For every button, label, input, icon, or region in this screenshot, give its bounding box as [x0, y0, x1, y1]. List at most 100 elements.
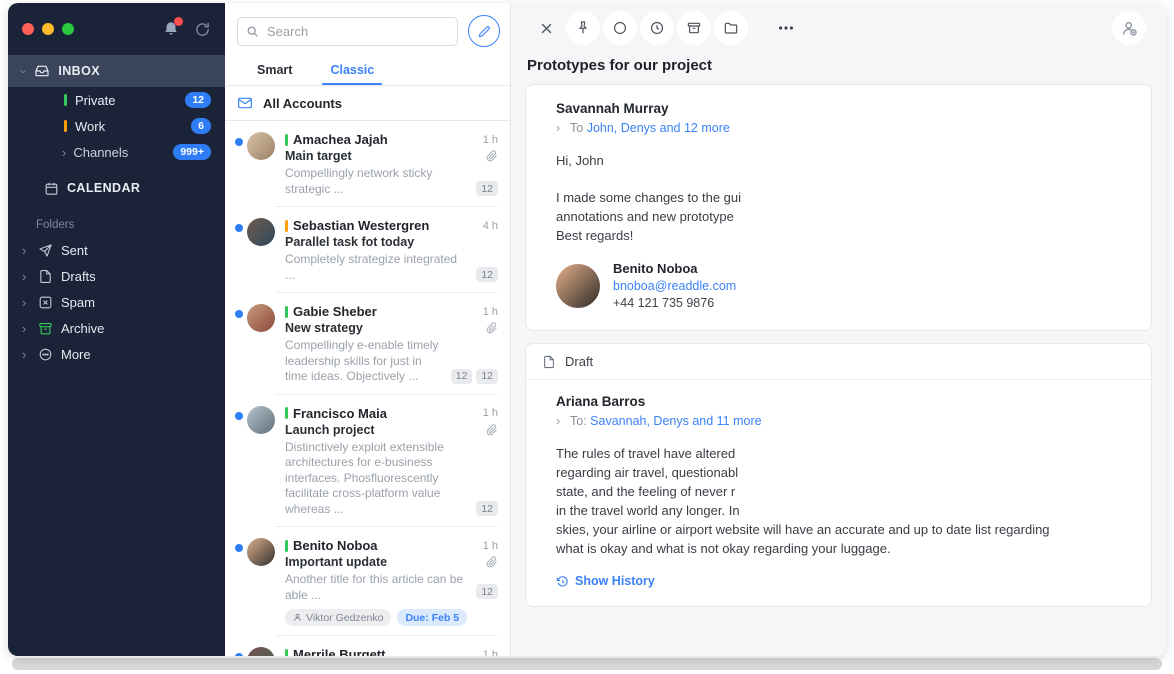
folder-icon — [723, 20, 739, 36]
spark-mail-window: › INBOX Private 12 Work 6 › Channels 999… — [8, 3, 1166, 656]
sender-name: Savannah Murray — [556, 101, 1121, 116]
window-bottom-strip — [12, 658, 1162, 670]
sidebar-item-private[interactable]: Private 12 — [8, 87, 225, 113]
email-list-item[interactable]: Gabie Sheber 1 h New strategy Compelling… — [225, 293, 510, 395]
share-contact-button[interactable] — [1112, 11, 1146, 45]
draft-doc-icon — [542, 355, 556, 369]
snooze-icon — [649, 20, 665, 36]
inbox-icon — [34, 63, 50, 79]
app-screenshot: › INBOX Private 12 Work 6 › Channels 999… — [0, 0, 1174, 674]
sidebar-item-more[interactable]: › More — [8, 341, 225, 367]
sidebar-item-label: Private — [75, 93, 115, 108]
sidebar-item-label: Archive — [61, 321, 104, 336]
unread-dot — [235, 138, 243, 146]
archive-button[interactable] — [677, 11, 711, 45]
sidebar-item-archive[interactable]: › Archive — [8, 315, 225, 341]
share-contact-icon — [1120, 19, 1139, 38]
tab-smart[interactable]: Smart — [255, 57, 294, 85]
close-traffic-light[interactable] — [22, 23, 34, 35]
message-body: Hi, John I made some changes to the gui … — [556, 151, 1121, 245]
sidebar-item-inbox[interactable]: › INBOX — [8, 55, 225, 87]
email-list-item[interactable]: Merrile Burgett 1 h Objectively empower … — [225, 636, 510, 656]
compose-icon — [478, 25, 491, 38]
notification-badge — [174, 17, 183, 26]
tab-classic[interactable]: Classic — [328, 57, 376, 85]
pin-button[interactable] — [566, 11, 600, 45]
email-list-item[interactable]: Amachea Jajah 1 h Main target Compelling… — [225, 121, 510, 207]
assignee-tag[interactable]: Viktor Gedzenko — [285, 609, 391, 626]
avatar — [556, 264, 600, 308]
mail-list-column: Smart Classic All Accounts Amachea Jajah… — [225, 3, 511, 656]
recipients-link[interactable]: Savannah, Denys and 11 more — [590, 414, 761, 428]
draft-body-text: The rules of travel have altered regardi… — [556, 444, 1121, 558]
draft-recipients-row[interactable]: › To: Savannah, Denys and 11 more — [570, 414, 1121, 428]
search-input[interactable] — [265, 23, 449, 40]
more-actions-button[interactable] — [769, 11, 803, 45]
bell-icon[interactable] — [162, 20, 180, 38]
zoom-traffic-light[interactable] — [62, 23, 74, 35]
drafts-icon — [38, 269, 53, 284]
message-toolbar — [511, 3, 1166, 53]
draft-card: Draft Ariana Barros › To: Savannah, Deny… — [525, 343, 1152, 607]
paperclip-icon — [486, 424, 498, 436]
sidebar-item-label: Sent — [61, 243, 88, 258]
history-icon — [556, 575, 569, 588]
sidebar-item-label: Work — [75, 119, 105, 134]
count-badge: 12 — [451, 369, 473, 384]
unread-dot — [235, 412, 243, 420]
mark-unread-button[interactable] — [603, 11, 637, 45]
chevron-right-icon: › — [22, 244, 30, 257]
email-list-item[interactable]: Sebastian Westergren 4 h Parallel task f… — [225, 207, 510, 293]
search-icon — [246, 25, 259, 38]
sidebar-item-label: Spam — [61, 295, 95, 310]
avatar — [247, 538, 275, 566]
reading-pane: Prototypes for our project Savannah Murr… — [511, 3, 1166, 656]
all-accounts-header[interactable]: All Accounts — [225, 86, 510, 121]
count-badge: 12 — [476, 369, 498, 384]
sidebar-item-channels[interactable]: › Channels 999+ — [8, 139, 225, 165]
email-list-item[interactable]: Benito Noboa 1 h Important update Anothe… — [225, 527, 510, 636]
sidebar-item-work[interactable]: Work 6 — [8, 113, 225, 139]
email-list-item[interactable]: Francisco Maia 1 h Launch project Distin… — [225, 395, 510, 528]
snooze-button[interactable] — [640, 11, 674, 45]
count-badge: 12 — [476, 501, 498, 516]
folder-color-bar — [64, 94, 67, 106]
sidebar: › INBOX Private 12 Work 6 › Channels 999… — [8, 3, 225, 656]
circle-icon — [612, 20, 628, 36]
unread-count-badge: 999+ — [173, 144, 211, 160]
chevron-right-icon: › — [22, 270, 30, 283]
mail-icon — [237, 95, 253, 111]
close-icon — [539, 21, 554, 36]
signature-email[interactable]: bnoboa@readdle.com — [613, 279, 736, 293]
signature-phone: +44 121 735 9876 — [613, 296, 736, 310]
unread-dot — [235, 653, 243, 656]
recipients-link[interactable]: John, Denys and 12 more — [587, 121, 730, 135]
sync-icon[interactable] — [194, 21, 211, 38]
message-card: Savannah Murray › To John, Denys and 12 … — [525, 84, 1152, 331]
unread-dot — [235, 224, 243, 232]
minimize-traffic-light[interactable] — [42, 23, 54, 35]
sidebar-item-label: CALENDAR — [67, 181, 140, 195]
move-to-folder-button[interactable] — [714, 11, 748, 45]
email-list: Amachea Jajah 1 h Main target Compelling… — [225, 121, 510, 656]
folders-heading: Folders — [36, 219, 225, 231]
sidebar-item-calendar[interactable]: CALENDAR — [8, 173, 225, 203]
pin-icon — [575, 20, 591, 36]
sidebar-item-spam[interactable]: › Spam — [8, 289, 225, 315]
due-date-tag[interactable]: Due: Feb 5 — [397, 609, 467, 626]
compose-button[interactable] — [468, 15, 500, 47]
titlebar — [8, 3, 225, 55]
count-badge: 12 — [476, 181, 498, 196]
spam-icon — [38, 295, 53, 310]
sent-icon — [38, 243, 53, 258]
recipients-row[interactable]: › To John, Denys and 12 more — [570, 121, 1121, 135]
sidebar-item-drafts[interactable]: › Drafts — [8, 263, 225, 289]
calendar-icon — [44, 181, 59, 196]
sidebar-item-sent[interactable]: › Sent — [8, 237, 225, 263]
unread-dot — [235, 544, 243, 552]
draft-sender-name: Ariana Barros — [556, 394, 1121, 409]
show-history-link[interactable]: Show History — [556, 574, 1121, 588]
close-button[interactable] — [529, 11, 563, 45]
search-input-wrap — [237, 17, 458, 46]
avatar — [247, 218, 275, 246]
